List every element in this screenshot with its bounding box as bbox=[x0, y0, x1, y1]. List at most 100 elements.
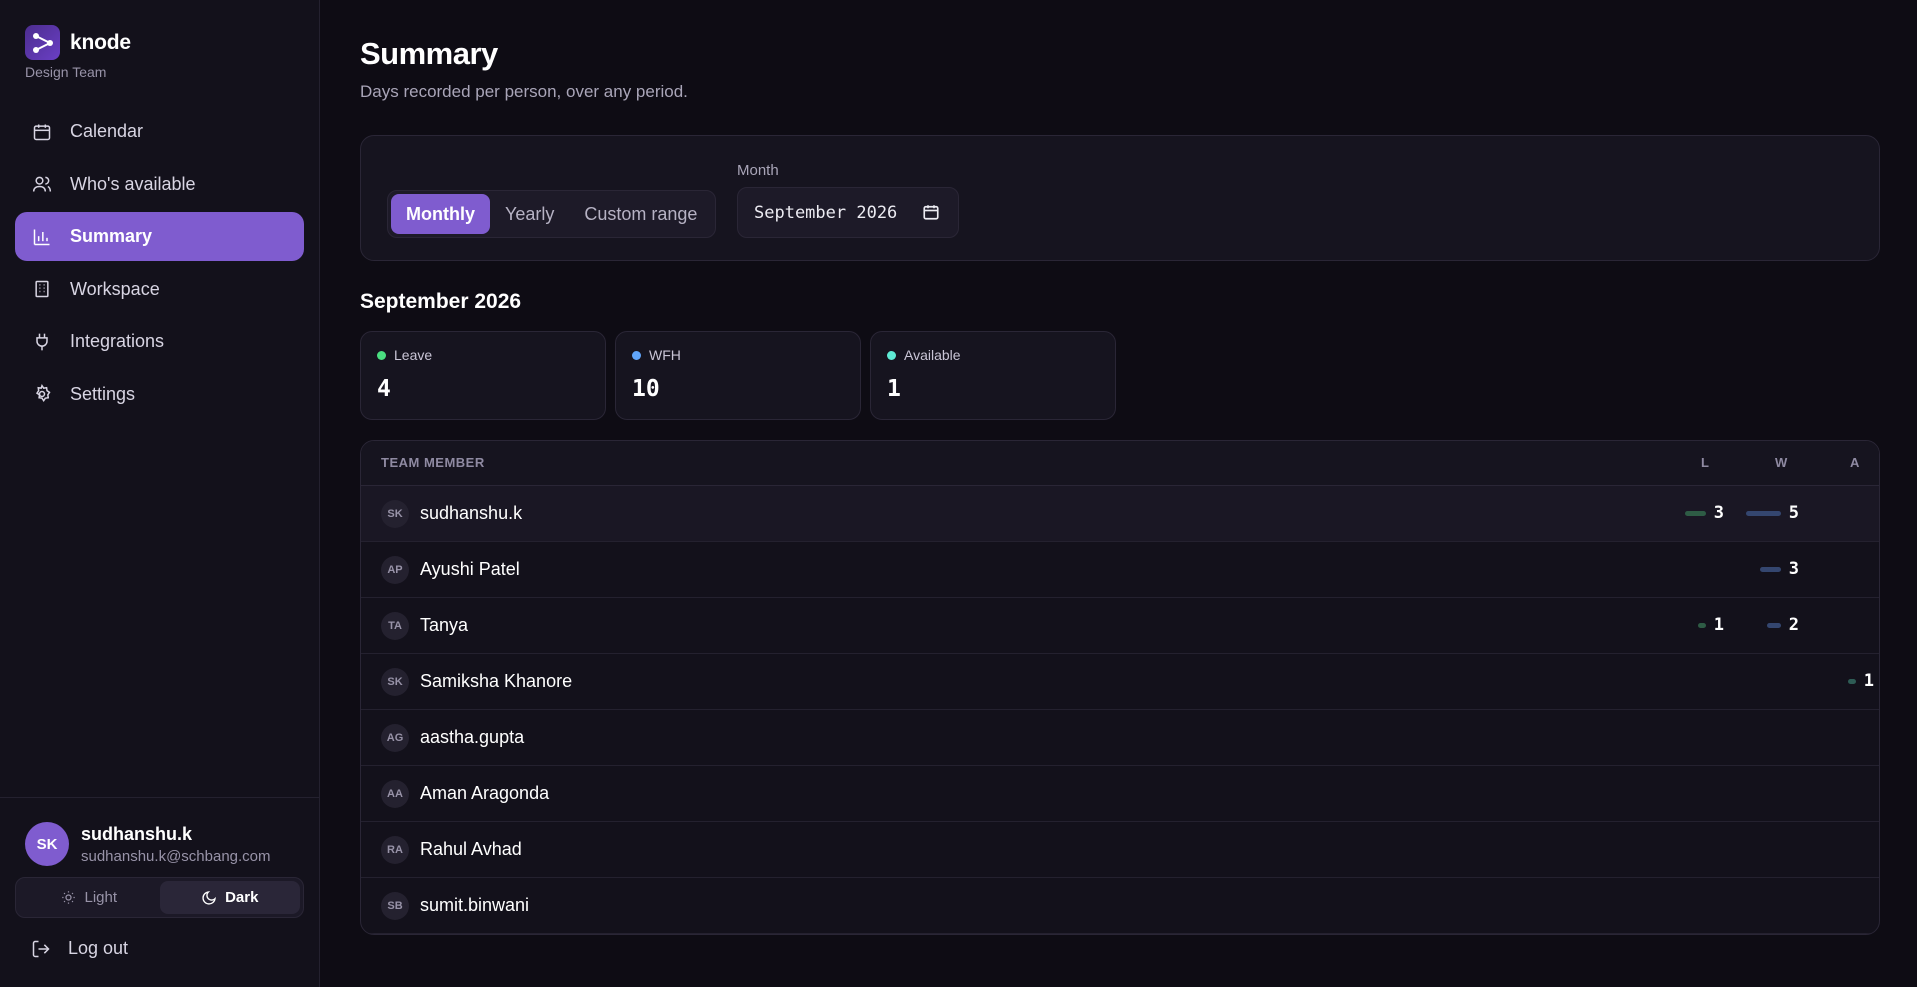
metric-wfh: 2 bbox=[1766, 615, 1799, 635]
stat-card-leave: Leave 4 bbox=[360, 331, 606, 420]
month-input[interactable]: September 2026 bbox=[737, 187, 959, 238]
table-row[interactable]: AP Ayushi Patel 3 bbox=[361, 542, 1879, 598]
sidebar-item-whos-available[interactable]: Who's available bbox=[15, 160, 304, 209]
stat-value: 1 bbox=[887, 376, 901, 402]
table-row[interactable]: RA Rahul Avhad bbox=[361, 822, 1879, 878]
wfh-count: 5 bbox=[1788, 503, 1799, 523]
sidebar-item-label: Integrations bbox=[70, 331, 165, 351]
moon-icon bbox=[201, 890, 217, 906]
tab-yearly[interactable]: Yearly bbox=[490, 194, 569, 234]
avatar: SK bbox=[25, 822, 69, 866]
avatar: AP bbox=[381, 556, 409, 584]
wfh-dot-icon bbox=[632, 350, 641, 360]
member-name: Samiksha Khanore bbox=[420, 671, 573, 691]
avatar: SB bbox=[381, 892, 409, 920]
sidebar-item-workspace[interactable]: Workspace bbox=[15, 265, 304, 314]
leave-bar bbox=[1684, 510, 1706, 516]
table-row[interactable]: TA Tanya 1 2 bbox=[361, 598, 1879, 654]
light-theme-label: Light bbox=[84, 889, 118, 906]
team-summary-table: TEAM MEMBER L W A SK sudhanshu.k 3 5 AP Ayush… bbox=[360, 440, 1880, 935]
wfh-count: 3 bbox=[1788, 559, 1799, 579]
stat-label: Available bbox=[904, 347, 961, 363]
filter-card: Monthly Yearly Custom range Month Septem… bbox=[360, 135, 1880, 261]
users-icon bbox=[31, 173, 53, 195]
sidebar-item-calendar[interactable]: Calendar bbox=[15, 107, 304, 156]
avatar: TA bbox=[381, 612, 409, 640]
plug-icon bbox=[31, 331, 53, 353]
wfh-count: 2 bbox=[1788, 615, 1799, 635]
member-name: sumit.binwani bbox=[420, 895, 530, 915]
stat-card-wfh: WFH 10 bbox=[615, 331, 861, 420]
available-bar bbox=[1847, 678, 1856, 684]
sidebar-item-label: Settings bbox=[70, 383, 136, 404]
gear-icon bbox=[31, 383, 53, 405]
column-header-available[interactable]: A bbox=[1850, 455, 1860, 470]
table-row[interactable]: SK sudhanshu.k 3 5 bbox=[361, 486, 1879, 542]
metric-leave: 3 bbox=[1684, 503, 1724, 523]
stat-card-available: Available 1 bbox=[870, 331, 1116, 420]
metric-wfh: 5 bbox=[1745, 503, 1799, 523]
stat-label: Leave bbox=[394, 347, 433, 363]
table-row[interactable]: SB sumit.binwani bbox=[361, 878, 1879, 934]
leave-count: 1 bbox=[1713, 615, 1724, 635]
light-theme-button[interactable]: Light bbox=[19, 881, 160, 914]
wfh-bar bbox=[1745, 510, 1781, 516]
building-icon bbox=[31, 278, 53, 300]
stat-label: WFH bbox=[649, 347, 681, 363]
table-row[interactable]: SK Samiksha Khanore 1 bbox=[361, 654, 1879, 710]
logout-button[interactable]: Log out bbox=[31, 938, 128, 959]
sidebar-item-label: Who's available bbox=[70, 173, 196, 194]
avatar: AA bbox=[381, 780, 409, 808]
sidebar-divider bbox=[0, 797, 320, 798]
calendar-picker-icon[interactable] bbox=[922, 203, 940, 221]
month-input-value: September 2026 bbox=[754, 202, 898, 223]
logout-label: Log out bbox=[68, 938, 129, 958]
sidebar-nav: Calendar Who's available Summary Workspa… bbox=[15, 107, 304, 422]
dark-theme-button[interactable]: Dark bbox=[159, 881, 300, 914]
avatar: SK bbox=[381, 500, 409, 528]
avatar: RA bbox=[381, 836, 409, 864]
page-title: Summary bbox=[360, 36, 498, 71]
tab-monthly[interactable]: Monthly bbox=[391, 194, 490, 234]
sidebar-item-integrations[interactable]: Integrations bbox=[15, 317, 304, 366]
user-profile[interactable]: SK sudhanshu.k sudhanshu.k@schbang.com bbox=[25, 822, 271, 866]
dark-theme-label: Dark bbox=[225, 889, 259, 906]
user-email: sudhanshu.k@schbang.com bbox=[81, 847, 271, 865]
metric-wfh: 3 bbox=[1759, 559, 1799, 579]
brand[interactable]: knode bbox=[25, 25, 131, 60]
theme-toggle: Light Dark bbox=[15, 877, 304, 918]
user-name: sudhanshu.k bbox=[81, 823, 193, 844]
sidebar: knode Design Team Calendar Who's availab… bbox=[0, 0, 320, 987]
table-row[interactable]: AG aastha.gupta bbox=[361, 710, 1879, 766]
team-name: Design Team bbox=[25, 64, 107, 80]
logout-icon bbox=[31, 939, 51, 959]
table-row[interactable]: AA Aman Aragonda bbox=[361, 766, 1879, 822]
calendar-icon bbox=[31, 121, 53, 143]
sun-icon bbox=[61, 890, 76, 905]
sidebar-item-label: Calendar bbox=[70, 121, 144, 141]
page-subtitle: Days recorded per person, over any perio… bbox=[360, 82, 688, 101]
column-header-leave[interactable]: L bbox=[1701, 455, 1709, 470]
period-selector: Monthly Yearly Custom range bbox=[387, 190, 717, 238]
leave-bar bbox=[1697, 622, 1706, 628]
available-dot-icon bbox=[887, 350, 896, 360]
avatar: AG bbox=[381, 724, 409, 752]
leave-count: 3 bbox=[1713, 503, 1724, 523]
member-name: Ayushi Patel bbox=[420, 559, 520, 579]
stat-value: 10 bbox=[632, 376, 660, 402]
leave-dot-icon bbox=[377, 350, 386, 360]
sidebar-item-settings[interactable]: Settings bbox=[15, 370, 304, 419]
column-header-member[interactable]: TEAM MEMBER bbox=[381, 455, 485, 470]
member-name: Aman Aragonda bbox=[420, 783, 550, 803]
wfh-bar bbox=[1759, 566, 1781, 572]
wfh-bar bbox=[1766, 622, 1781, 628]
metric-available: 1 bbox=[1847, 671, 1874, 691]
member-name: sudhanshu.k bbox=[420, 503, 523, 523]
period-title: September 2026 bbox=[360, 290, 522, 313]
member-name: aastha.gupta bbox=[420, 727, 525, 747]
tab-custom-range[interactable]: Custom range bbox=[569, 194, 712, 234]
sidebar-item-summary[interactable]: Summary bbox=[15, 212, 304, 261]
brand-name: knode bbox=[70, 30, 131, 54]
sidebar-item-label: Workspace bbox=[70, 278, 160, 299]
column-header-wfh[interactable]: W bbox=[1775, 455, 1788, 470]
